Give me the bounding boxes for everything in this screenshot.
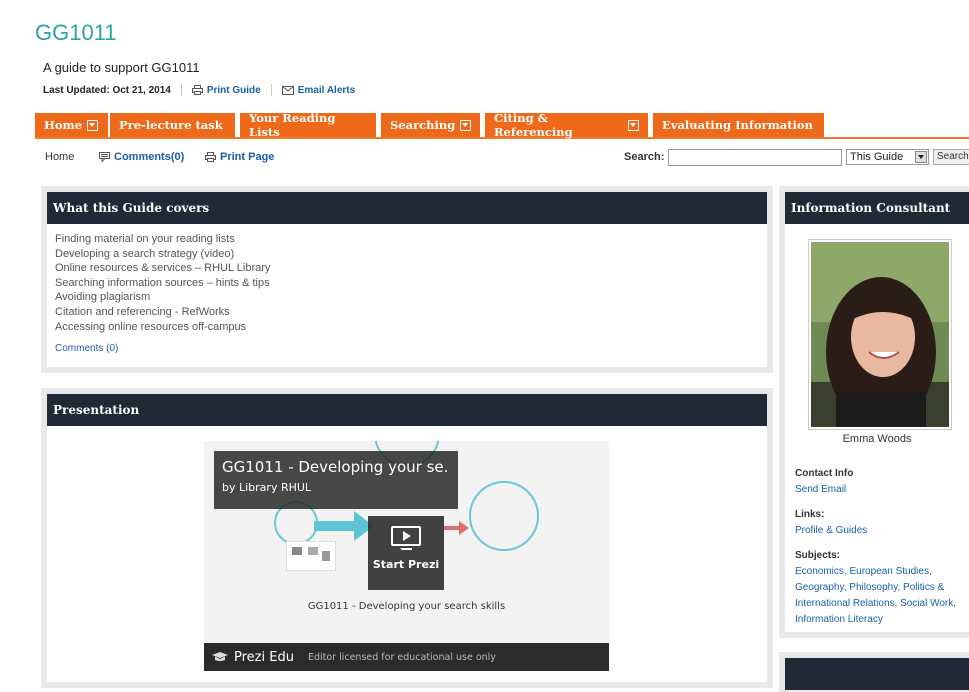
subject-link[interactable]: Economics, European Studies, xyxy=(795,564,956,580)
subjects-section: Subjects: Economics, European Studies, G… xyxy=(795,548,956,628)
box-title: Presentation xyxy=(47,394,767,426)
box-title: What this Guide covers xyxy=(47,192,767,224)
divider xyxy=(180,84,182,96)
tab-label: Evaluating Information xyxy=(662,118,813,132)
section-heading: Links: xyxy=(795,509,825,520)
dropdown-icon[interactable] xyxy=(87,119,99,131)
search-scope-value: This Guide xyxy=(850,151,904,163)
start-prezi-label: Start Prezi xyxy=(372,558,440,571)
print-guide-label: Print Guide xyxy=(206,84,261,96)
guide-description: A guide to support GG1011 xyxy=(43,60,200,75)
dropdown-icon[interactable] xyxy=(628,119,639,131)
guide-covers-box: What this Guide covers Finding material … xyxy=(41,186,773,373)
prezi-title-card: GG1011 - Developing your se... by Librar… xyxy=(214,451,458,509)
tab-home[interactable]: Home xyxy=(35,113,108,137)
print-page-link[interactable]: Print Page xyxy=(205,151,274,163)
prezi-embed[interactable]: GG1011 - Developing your se... by Librar… xyxy=(204,441,609,671)
play-icon xyxy=(391,526,421,546)
section-heading: Subjects: xyxy=(795,550,841,561)
prezi-license-note: Editor licensed for educational use only xyxy=(307,651,496,663)
subject-link[interactable]: International Relations, Social Work, xyxy=(795,596,956,612)
links-section: Links: Profile & Guides xyxy=(795,507,867,539)
guide-tab-bar: Home Pre-lecture task Your Reading Lists… xyxy=(35,111,969,139)
list-item: Developing a search strategy (video) xyxy=(55,247,235,260)
send-email-link[interactable]: Send Email xyxy=(795,482,853,498)
tab-label: Home xyxy=(44,118,83,132)
printer-icon xyxy=(205,152,216,162)
tab-label: Pre-lecture task xyxy=(119,118,223,132)
tab-label: Your Reading Lists xyxy=(249,111,336,139)
sidebar-box-partial xyxy=(779,652,969,692)
dropdown-icon[interactable] xyxy=(460,119,471,131)
prezi-arrow-graphic xyxy=(444,521,469,535)
chevron-down-icon xyxy=(915,151,927,163)
tab-label: Citing & Referencing xyxy=(494,111,573,139)
box-title: Information Consultant xyxy=(785,192,969,224)
list-item: Online resources & services – RHUL Libra… xyxy=(55,262,271,275)
section-heading: Contact Info xyxy=(795,468,854,479)
information-consultant-box: Information Consultant Emma Woods Contac… xyxy=(779,186,969,638)
divider xyxy=(270,84,272,96)
profile-photo xyxy=(811,242,949,427)
graduation-cap-icon xyxy=(212,652,228,661)
subject-link[interactable]: Information Literacy xyxy=(795,612,956,628)
guide-meta: Last Updated: Oct 21, 2014 Print Guide E… xyxy=(43,84,355,96)
comments-link[interactable]: Comments(0) xyxy=(99,151,184,163)
presentation-box: Presentation GG1011 - Developing your se… xyxy=(41,388,773,688)
contact-info-section: Contact Info Send Email xyxy=(795,466,853,498)
printer-icon xyxy=(191,85,203,95)
search-scope-select[interactable]: This Guide xyxy=(846,149,929,165)
tab-your-reading-lists[interactable]: Your Reading Lists xyxy=(240,111,376,139)
print-page-label: Print Page xyxy=(220,151,275,163)
list-item: Citation and referencing - RefWorks xyxy=(55,305,230,318)
profile-guides-link[interactable]: Profile & Guides xyxy=(795,523,867,539)
prezi-caption: GG1011 - Developing your search skills xyxy=(307,601,506,612)
prezi-footer: Prezi Edu Editor licensed for educationa… xyxy=(204,643,609,671)
comments-label: Comments(0) xyxy=(114,151,185,163)
start-prezi-button[interactable]: Start Prezi xyxy=(368,516,444,590)
list-item: Finding material on your reading lists xyxy=(55,233,235,245)
tab-pre-lecture-task[interactable]: Pre-lecture task xyxy=(110,113,235,137)
search-button[interactable]: Search xyxy=(933,149,969,165)
last-updated: Last Updated: Oct 21, 2014 xyxy=(43,84,171,96)
prezi-brand: Prezi Edu xyxy=(234,649,294,665)
screen-stand xyxy=(400,548,412,552)
subject-link[interactable]: Geography, Philosophy, Politics & xyxy=(795,580,956,596)
tab-searching[interactable]: Searching xyxy=(381,113,480,137)
prezi-thumbnail-graphic xyxy=(286,541,336,571)
email-alerts-label: Email Alerts xyxy=(297,84,356,96)
list-item: Avoiding plagiarism xyxy=(55,291,151,304)
prezi-title: GG1011 - Developing your se... xyxy=(222,458,450,476)
tab-label: Searching xyxy=(390,118,456,132)
print-guide-link[interactable]: Print Guide xyxy=(191,84,261,96)
box-comments-link[interactable]: Comments (0) xyxy=(55,343,118,354)
consultant-name: Emma Woods xyxy=(842,433,912,445)
sub-navigation: Home Comments(0) Print Page Search: This… xyxy=(35,146,969,170)
prezi-author: by Library RHUL xyxy=(222,481,312,494)
guide-covers-list: Finding material on your reading lists D… xyxy=(47,224,767,334)
email-alerts-link[interactable]: Email Alerts xyxy=(281,84,356,96)
list-item: Accessing online resources off-campus xyxy=(55,320,247,333)
box-header xyxy=(785,658,969,690)
consultant-photo xyxy=(808,239,952,430)
breadcrumb-home[interactable]: Home xyxy=(45,151,74,163)
prezi-circle xyxy=(469,481,539,551)
guide-title: GG1011 xyxy=(35,20,117,45)
search-input[interactable] xyxy=(668,149,842,166)
tab-evaluating-information[interactable]: Evaluating Information xyxy=(653,113,824,137)
list-item: Searching information sources – hints & … xyxy=(55,276,270,289)
tab-citing-referencing[interactable]: Citing & Referencing xyxy=(485,111,648,139)
prezi-arrow-graphic xyxy=(314,511,374,541)
search-label: Search: xyxy=(624,151,665,163)
comment-icon xyxy=(99,152,110,162)
envelope-icon xyxy=(281,85,294,95)
